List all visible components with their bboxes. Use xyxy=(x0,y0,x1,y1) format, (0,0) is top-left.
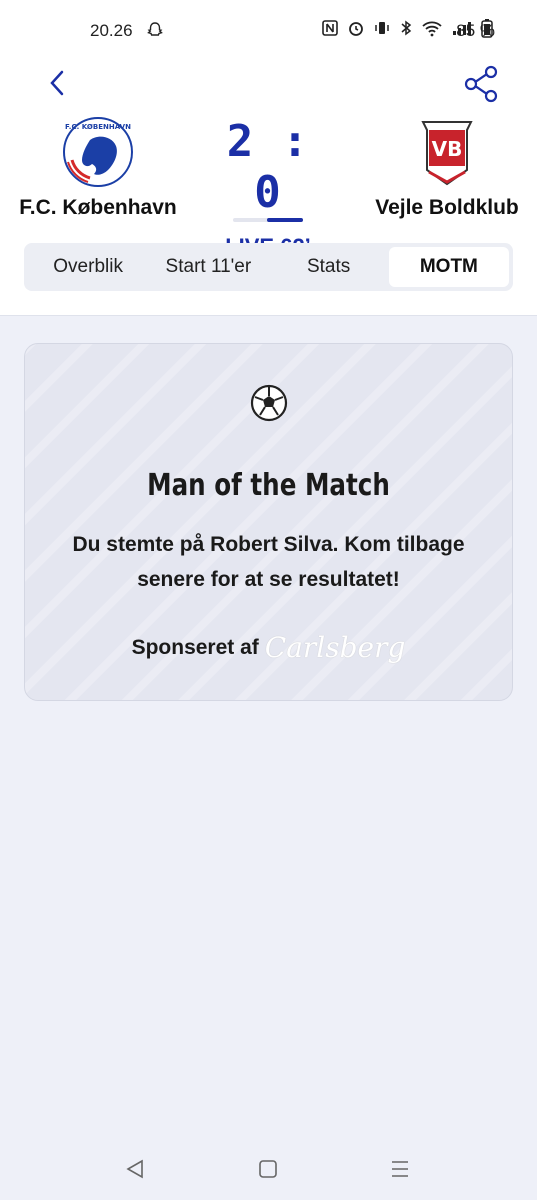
wifi-icon xyxy=(421,19,443,42)
tab-overblik[interactable]: Overblik xyxy=(28,247,148,287)
nav-back-icon[interactable] xyxy=(124,1158,146,1180)
card-description: Du stemte på Robert Silva. Kom tilbage s… xyxy=(72,533,465,591)
match-progress-bar xyxy=(233,218,303,222)
back-button[interactable] xyxy=(42,68,72,98)
back-icon xyxy=(50,70,64,96)
tab-stats[interactable]: Stats xyxy=(269,247,389,287)
match-header: F.C. KØBENHAVN F.C. København 2 : 0 LIVE… xyxy=(0,60,537,316)
away-team[interactable]: VB Vejle Boldklub xyxy=(357,116,537,220)
alarm-icon xyxy=(347,19,365,42)
away-team-name: Vejle Boldklub xyxy=(375,196,519,219)
battery-percent: 85 % xyxy=(456,21,495,40)
status-time: 20.26 xyxy=(90,21,133,40)
home-team[interactable]: F.C. KØBENHAVN F.C. København xyxy=(8,116,188,220)
sponsor-row: Sponseret af Carlsberg xyxy=(25,631,512,664)
nav-recents-icon[interactable] xyxy=(389,1158,411,1180)
tab-motm[interactable]: MOTM xyxy=(388,247,509,287)
nav-home-icon[interactable] xyxy=(257,1158,279,1180)
bluetooth-icon xyxy=(399,19,413,42)
svg-text:F.C. KØBENHAVN: F.C. KØBENHAVN xyxy=(65,123,131,131)
share-icon xyxy=(464,65,498,103)
card-title: Man of the Match xyxy=(147,468,390,503)
nfc-icon xyxy=(321,19,339,42)
share-button[interactable] xyxy=(461,64,501,104)
status-bar: 20.26 85 % xyxy=(0,0,537,60)
carlsberg-logo: Carlsberg xyxy=(264,631,406,664)
system-nav-bar xyxy=(0,1140,537,1200)
match-tabs: Overblik Start 11'er Stats MOTM xyxy=(24,243,513,291)
score-value: 2 : 0 xyxy=(226,116,310,218)
fck-logo: F.C. KØBENHAVN xyxy=(63,117,133,187)
tab-start-11[interactable]: Start 11'er xyxy=(148,247,268,287)
vb-logo: VB xyxy=(421,121,473,186)
football-icon xyxy=(250,384,288,422)
motm-card: Man of the Match Du stemte på Robert Sil… xyxy=(24,343,513,701)
svg-text:VB: VB xyxy=(432,137,463,161)
vibrate-icon xyxy=(373,19,391,42)
score-block: 2 : 0 LIVE 62’ xyxy=(208,116,328,260)
sponsor-label: Sponseret af xyxy=(131,635,259,659)
snapchat-icon xyxy=(146,21,164,44)
home-team-name: F.C. København xyxy=(19,196,177,219)
